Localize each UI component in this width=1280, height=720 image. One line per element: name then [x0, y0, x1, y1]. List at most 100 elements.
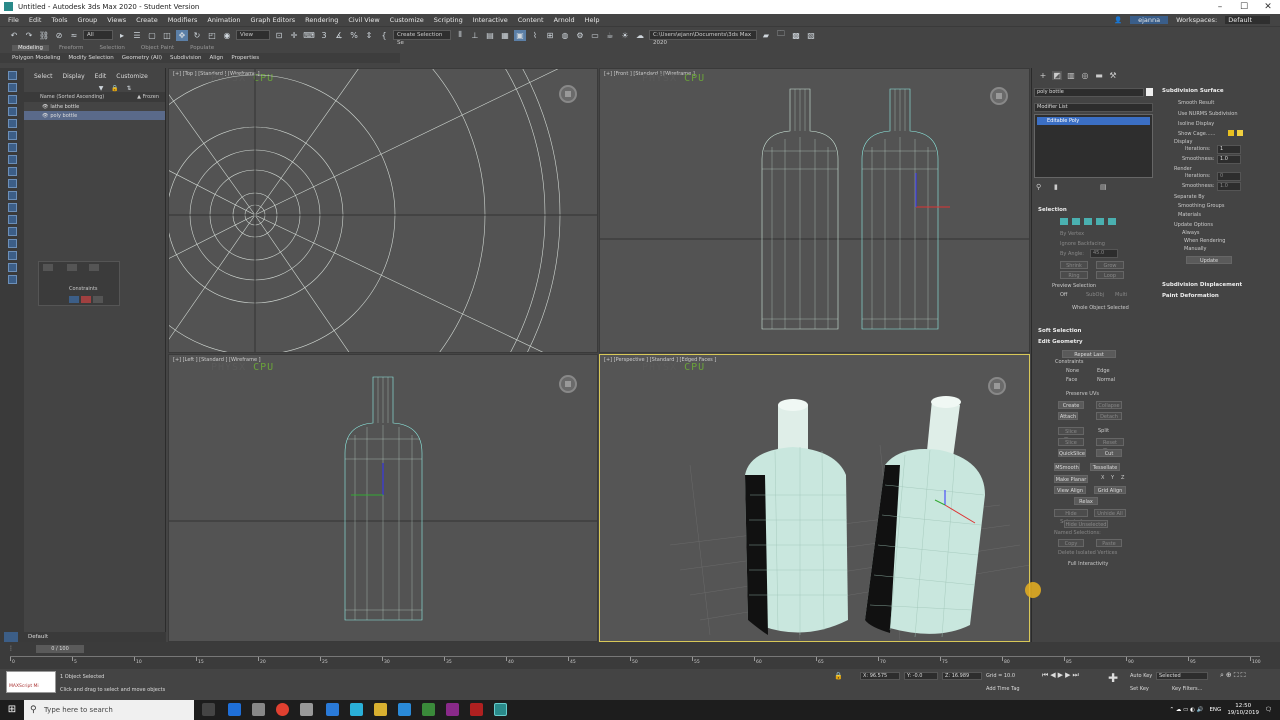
select-scale-icon[interactable]: ◰	[206, 30, 218, 41]
pivot-center-icon[interactable]: ⊡	[273, 30, 285, 41]
ignore-backfacing-checkbox[interactable]: Ignore Backfacing	[1060, 241, 1105, 247]
border-mode-icon[interactable]	[1084, 218, 1092, 225]
a360-icon[interactable]: ☁	[634, 30, 646, 41]
modify-tab-icon[interactable]: ◩	[1052, 71, 1062, 80]
ribbon-tab-populate[interactable]: Populate	[184, 45, 220, 51]
modifier-list-dropdown[interactable]: Modifier List	[1034, 103, 1153, 112]
edge-icon[interactable]	[228, 703, 241, 716]
clock[interactable]: 12:50 19/10/2019	[1227, 703, 1259, 717]
user-name[interactable]: ejanna	[1130, 16, 1169, 24]
minimize-icon[interactable]: –	[1208, 0, 1232, 14]
tessellate-button[interactable]: Tessellate	[1090, 463, 1120, 471]
chrome-icon[interactable]	[276, 703, 289, 716]
edit-named-sets-icon[interactable]: {	[378, 30, 390, 41]
smoothness-spinner[interactable]: 1.0	[1217, 155, 1241, 164]
render-iterations-spinner[interactable]: 0	[1217, 172, 1241, 181]
attach-button[interactable]: Attach	[1058, 412, 1078, 420]
groups-filter-icon[interactable]	[8, 191, 17, 200]
select-manipulate-icon[interactable]: ✛	[288, 30, 300, 41]
bones-filter-icon[interactable]	[8, 215, 17, 224]
constraint-y-icon[interactable]	[81, 296, 91, 303]
planar-z-button[interactable]: Z	[1121, 475, 1124, 481]
menu-civil-view[interactable]: Civil View	[348, 16, 379, 24]
cut-button[interactable]: Cut	[1096, 449, 1122, 457]
display-none-icon[interactable]	[8, 83, 17, 92]
preview-subobj-radio[interactable]: SubObj	[1086, 292, 1104, 298]
preserve-uvs-checkbox[interactable]: Preserve UVs	[1066, 391, 1099, 397]
cage-color-swatch[interactable]	[1228, 130, 1234, 136]
render-active-icon[interactable]: ☀	[619, 30, 631, 41]
auto-key-button[interactable]: Auto Key	[1130, 673, 1152, 679]
geometry-filter-icon[interactable]	[8, 119, 17, 128]
maximize-icon[interactable]: ☐	[1232, 0, 1256, 14]
snaps-toggle-icon[interactable]: 3	[318, 30, 330, 41]
app5-icon[interactable]	[422, 703, 435, 716]
place-icon[interactable]: ◉	[221, 30, 233, 41]
ribbon-properties[interactable]: Properties	[231, 55, 259, 61]
menu-group[interactable]: Group	[78, 16, 98, 24]
se-column-header[interactable]: Name (Sorted Ascending) ▲ Frozen	[24, 92, 165, 102]
funnel-icon[interactable]: ▼	[96, 84, 106, 92]
column-name[interactable]: Name (Sorted Ascending)	[40, 94, 104, 100]
menu-animation[interactable]: Animation	[207, 16, 240, 24]
maxscript-listener[interactable]: MAXScript Mi	[6, 671, 56, 693]
app2-icon[interactable]	[326, 703, 339, 716]
edit-geometry-rollout[interactable]: Edit Geometry	[1038, 339, 1083, 345]
schematic-view-icon[interactable]: ⊞	[544, 30, 556, 41]
select-move-icon[interactable]: ✥	[176, 29, 188, 41]
menu-customize[interactable]: Customize	[390, 16, 424, 24]
grid-align-button[interactable]: Grid Align	[1094, 486, 1126, 494]
constraint-x-icon[interactable]	[69, 296, 79, 303]
show-end-result-icon[interactable]: ▮	[1054, 183, 1058, 191]
layer-explorer-icon[interactable]: ▦	[499, 30, 511, 41]
rect-selection-icon[interactable]: ▢	[146, 30, 158, 41]
frozen-filter-icon[interactable]	[8, 239, 17, 248]
paint-deformation-rollout[interactable]: Paint Deformation	[1162, 293, 1219, 299]
stack-item-editable-poly[interactable]: Editable Poly	[1037, 117, 1150, 125]
paste-button[interactable]: Paste	[1096, 539, 1122, 547]
constraint-z-icon[interactable]	[93, 296, 103, 303]
all-filter-icon[interactable]	[8, 263, 17, 272]
y-coordinate[interactable]: Y: -0.0	[904, 672, 938, 680]
utilities-tab-icon[interactable]: ⚒	[1108, 71, 1118, 80]
visibility-eye-icon[interactable]: 👁	[42, 113, 48, 119]
project-folder-icon[interactable]: ▰	[760, 30, 772, 41]
smoothing-groups-checkbox[interactable]: Smoothing Groups	[1178, 203, 1224, 209]
app3-icon[interactable]	[350, 703, 363, 716]
constraint-edge-radio[interactable]: Edge	[1097, 368, 1110, 374]
ribbon-tab-freeform[interactable]: Freeform	[53, 45, 90, 51]
active-layer[interactable]: Default	[28, 634, 48, 640]
snap-icon[interactable]	[43, 264, 53, 271]
render-icon[interactable]: ☕	[604, 30, 616, 41]
smooth-result-checkbox[interactable]: Smooth Result	[1178, 100, 1214, 106]
spinner-snap-icon[interactable]: ⇕	[363, 30, 375, 41]
edge-mode-icon[interactable]	[1072, 218, 1080, 225]
make-planar-button[interactable]: Make Planar	[1054, 475, 1088, 483]
menu-modifiers[interactable]: Modifiers	[168, 16, 198, 24]
project-path[interactable]: C:\Users\ejann\Documents\3ds Max 2020	[649, 30, 757, 46]
ribbon-tab-object-paint[interactable]: Object Paint	[135, 45, 180, 51]
split-checkbox[interactable]: Split	[1098, 428, 1109, 434]
ribbon-subdivision[interactable]: Subdivision	[170, 55, 202, 61]
mirror-icon[interactable]: ⫴	[454, 30, 466, 41]
hide-unselected-button[interactable]: Hide Unselected	[1064, 520, 1108, 528]
pin-stack-icon[interactable]: ⚲	[1036, 183, 1041, 191]
snap2-icon[interactable]	[67, 264, 77, 271]
full-interactivity-checkbox[interactable]: Full Interactivity	[1068, 561, 1108, 567]
angle-value-field[interactable]: 45.0	[1090, 249, 1118, 258]
show-cage-checkbox[interactable]: Show Cage......	[1178, 131, 1215, 137]
app-icon[interactable]	[300, 703, 313, 716]
iterations-spinner[interactable]: 1	[1217, 145, 1241, 154]
visibility-eye-icon[interactable]: 👁	[42, 104, 48, 110]
layer-icon[interactable]	[4, 632, 18, 642]
menu-content[interactable]: Content	[518, 16, 544, 24]
constraint-none-radio[interactable]: None	[1066, 368, 1079, 374]
create-button[interactable]: Create	[1058, 401, 1084, 409]
display-tab-icon[interactable]: ▬	[1094, 71, 1104, 80]
preview-multi-radio[interactable]: Multi	[1115, 292, 1127, 298]
list-item[interactable]: 👁 poly bottle	[24, 111, 165, 120]
z-coordinate[interactable]: Z: 16.989	[942, 672, 982, 680]
shapes-filter-icon[interactable]	[8, 131, 17, 140]
use-nurms-checkbox[interactable]: Use NURMS Subdivision	[1178, 111, 1238, 117]
sync-icon[interactable]: ⇅	[124, 84, 134, 92]
